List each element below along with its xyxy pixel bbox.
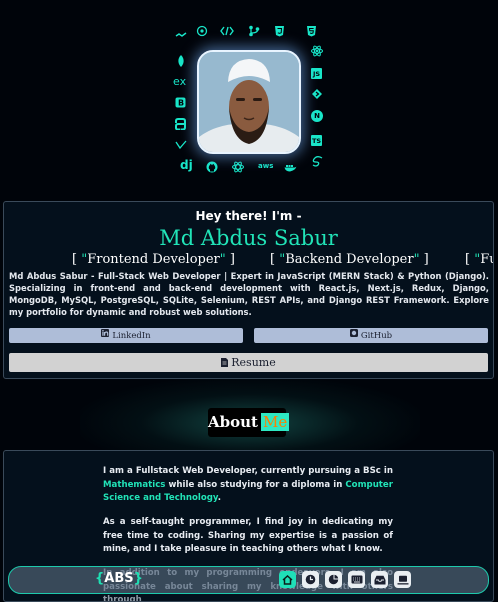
about-heading: About Me bbox=[208, 408, 290, 437]
chakra-ui-icon bbox=[175, 30, 187, 40]
experience-nav-button[interactable] bbox=[302, 571, 319, 588]
home-nav-button[interactable] bbox=[279, 571, 296, 588]
about-paragraph-1: I am a Fullstack Web Developer, currentl… bbox=[103, 466, 393, 503]
intro-card: Hey there! I'm - Md Abdus Sabur [ "Front… bbox=[3, 201, 494, 379]
github-icon bbox=[206, 161, 218, 173]
role-item: [ "Fu bbox=[465, 252, 493, 267]
role-marquee: [ "Frontend Developer" ] [ "Backend Deve… bbox=[4, 252, 493, 270]
inbox-icon bbox=[374, 575, 385, 584]
redux-icon bbox=[311, 88, 323, 100]
sass-icon bbox=[311, 156, 324, 167]
laptop-icon bbox=[397, 575, 408, 584]
css3-icon bbox=[274, 25, 285, 37]
bio-text: Md Abdus Sabur - Full-Stack Web Develope… bbox=[9, 271, 489, 317]
github-button[interactable]: GitHub bbox=[254, 328, 488, 343]
mongodb-icon bbox=[177, 55, 185, 68]
react-icon bbox=[311, 45, 323, 57]
express-icon: ex bbox=[173, 75, 187, 88]
keyboard-icon bbox=[351, 575, 362, 584]
python-icon bbox=[175, 118, 186, 130]
html5-icon bbox=[306, 25, 317, 37]
bottom-navbar: {ABS} bbox=[8, 566, 489, 594]
selenium-icon bbox=[175, 140, 187, 150]
role-item: [ "Frontend Developer" ] bbox=[72, 252, 235, 267]
resume-label: Resume bbox=[231, 356, 276, 369]
typescript-icon: TS bbox=[311, 135, 322, 146]
clock-icon bbox=[305, 574, 316, 585]
linkedin-label: LinkedIn bbox=[112, 331, 151, 341]
svg-text:B: B bbox=[178, 99, 184, 108]
projects-nav-button[interactable] bbox=[371, 571, 388, 588]
git-branch-icon bbox=[248, 25, 260, 37]
avatar bbox=[197, 50, 301, 154]
greeting-text: Hey there! I'm - bbox=[195, 209, 302, 223]
nextjs-icon: N bbox=[311, 110, 323, 122]
services-nav-button[interactable] bbox=[348, 571, 365, 588]
django-icon: dj bbox=[180, 158, 193, 172]
linkedin-button[interactable]: LinkedIn bbox=[9, 328, 243, 343]
code-icon bbox=[220, 26, 234, 36]
site-logo[interactable]: {ABS} bbox=[95, 571, 143, 586]
github-label: GitHub bbox=[360, 331, 393, 341]
contact-nav-button[interactable] bbox=[394, 571, 411, 588]
linkedin-icon bbox=[101, 328, 110, 343]
about-heading-highlight: Me bbox=[260, 413, 290, 431]
mathematics-highlight: Mathematics bbox=[103, 479, 166, 490]
docker-icon bbox=[284, 163, 297, 172]
home-icon bbox=[282, 574, 293, 585]
hero-name: Md Abdus Sabur bbox=[159, 226, 338, 250]
openai-icon bbox=[196, 25, 208, 37]
github-square-icon bbox=[349, 328, 358, 343]
javascript-icon: JS bbox=[311, 68, 322, 79]
skills-nav-button[interactable] bbox=[325, 571, 342, 588]
about-paragraph-2: As a self-taught programmer, I find joy … bbox=[103, 517, 393, 554]
aws-icon: aws bbox=[258, 162, 274, 170]
pie-chart-icon bbox=[328, 574, 339, 585]
bootstrap-icon: B bbox=[175, 97, 186, 108]
file-icon bbox=[221, 354, 229, 373]
role-item: [ "Backend Developer" ] bbox=[270, 252, 429, 267]
openai-icon-2 bbox=[232, 161, 244, 173]
resume-button[interactable]: Resume bbox=[9, 353, 488, 372]
about-heading-text: About bbox=[208, 413, 258, 431]
